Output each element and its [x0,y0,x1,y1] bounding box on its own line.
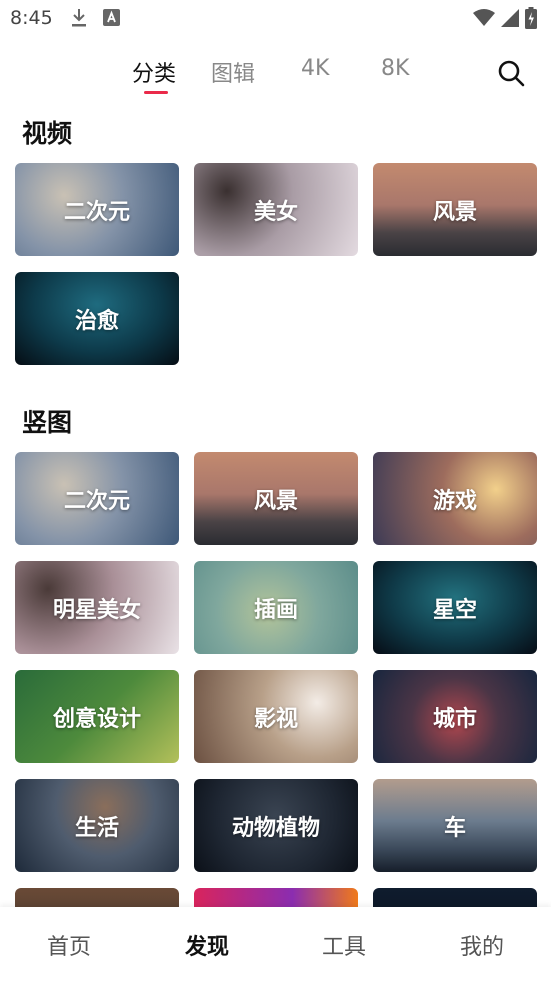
tile-label: 二次元 [63,199,130,225]
tile-label: 创意设计 [52,706,141,732]
portrait-tile-illustration[interactable]: 插画 [194,561,358,654]
tile-label: 星空 [432,597,477,623]
nav-mine[interactable]: 我的 [437,929,527,961]
status-bar: 8:45 [0,0,551,36]
tile-label: 二次元 [63,488,130,514]
tab-gallery[interactable]: 图辑 [211,56,255,88]
video-tile-anime[interactable]: 二次元 [15,163,179,256]
nav-home[interactable]: 首页 [24,929,114,961]
tile-label: 动物植物 [231,815,320,841]
tab-4k[interactable]: 4K [301,56,329,81]
tile-label: 影视 [253,706,298,732]
video-tile-scenery[interactable]: 风景 [373,163,537,256]
tile-label: 美女 [253,199,298,225]
portrait-tile-scenery[interactable]: 风景 [194,452,358,545]
tile-label: 车 [443,815,466,841]
nav-tools[interactable]: 工具 [299,929,389,961]
tile-label: 城市 [432,706,477,732]
bottom-nav-bar: 首页 发现 工具 我的 [0,907,551,981]
portrait-tile-starry-sky[interactable]: 星空 [373,561,537,654]
tile-label: 插画 [253,597,298,623]
tab-8k[interactable]: 8K [381,56,409,81]
tab-category[interactable]: 分类 [132,56,176,88]
portrait-tile-city[interactable]: 城市 [373,670,537,763]
portrait-tile-star-beauty[interactable]: 明星美女 [15,561,179,654]
app-notification-icon [103,9,120,26]
search-icon[interactable] [496,58,526,88]
tile-label: 风景 [253,488,298,514]
download-icon [72,9,86,27]
active-tab-indicator [144,91,168,94]
tile-label: 治愈 [74,308,119,334]
tile-label: 风景 [432,199,477,225]
portrait-tile-anime[interactable]: 二次元 [15,452,179,545]
tile-label: 游戏 [432,488,477,514]
section-title-video: 视频 [22,119,73,148]
top-tab-bar: 分类 图辑 4K 8K [0,52,551,98]
portrait-tile-life[interactable]: 生活 [15,779,179,872]
portrait-tile-car[interactable]: 车 [373,779,537,872]
video-tile-healing[interactable]: 治愈 [15,272,179,365]
nav-discover[interactable]: 发现 [162,929,252,961]
portrait-tile-creative-design[interactable]: 创意设计 [15,670,179,763]
status-time: 8:45 [10,7,53,29]
section-title-portrait: 竖图 [22,408,73,437]
tile-label: 生活 [74,815,119,841]
signal-icon [501,9,519,27]
wifi-icon [473,9,495,26]
battery-icon [525,7,537,29]
video-tile-beauty[interactable]: 美女 [194,163,358,256]
portrait-tile-animals-plants[interactable]: 动物植物 [194,779,358,872]
portrait-tile-game[interactable]: 游戏 [373,452,537,545]
portrait-tile-film[interactable]: 影视 [194,670,358,763]
tile-label: 明星美女 [52,597,141,623]
